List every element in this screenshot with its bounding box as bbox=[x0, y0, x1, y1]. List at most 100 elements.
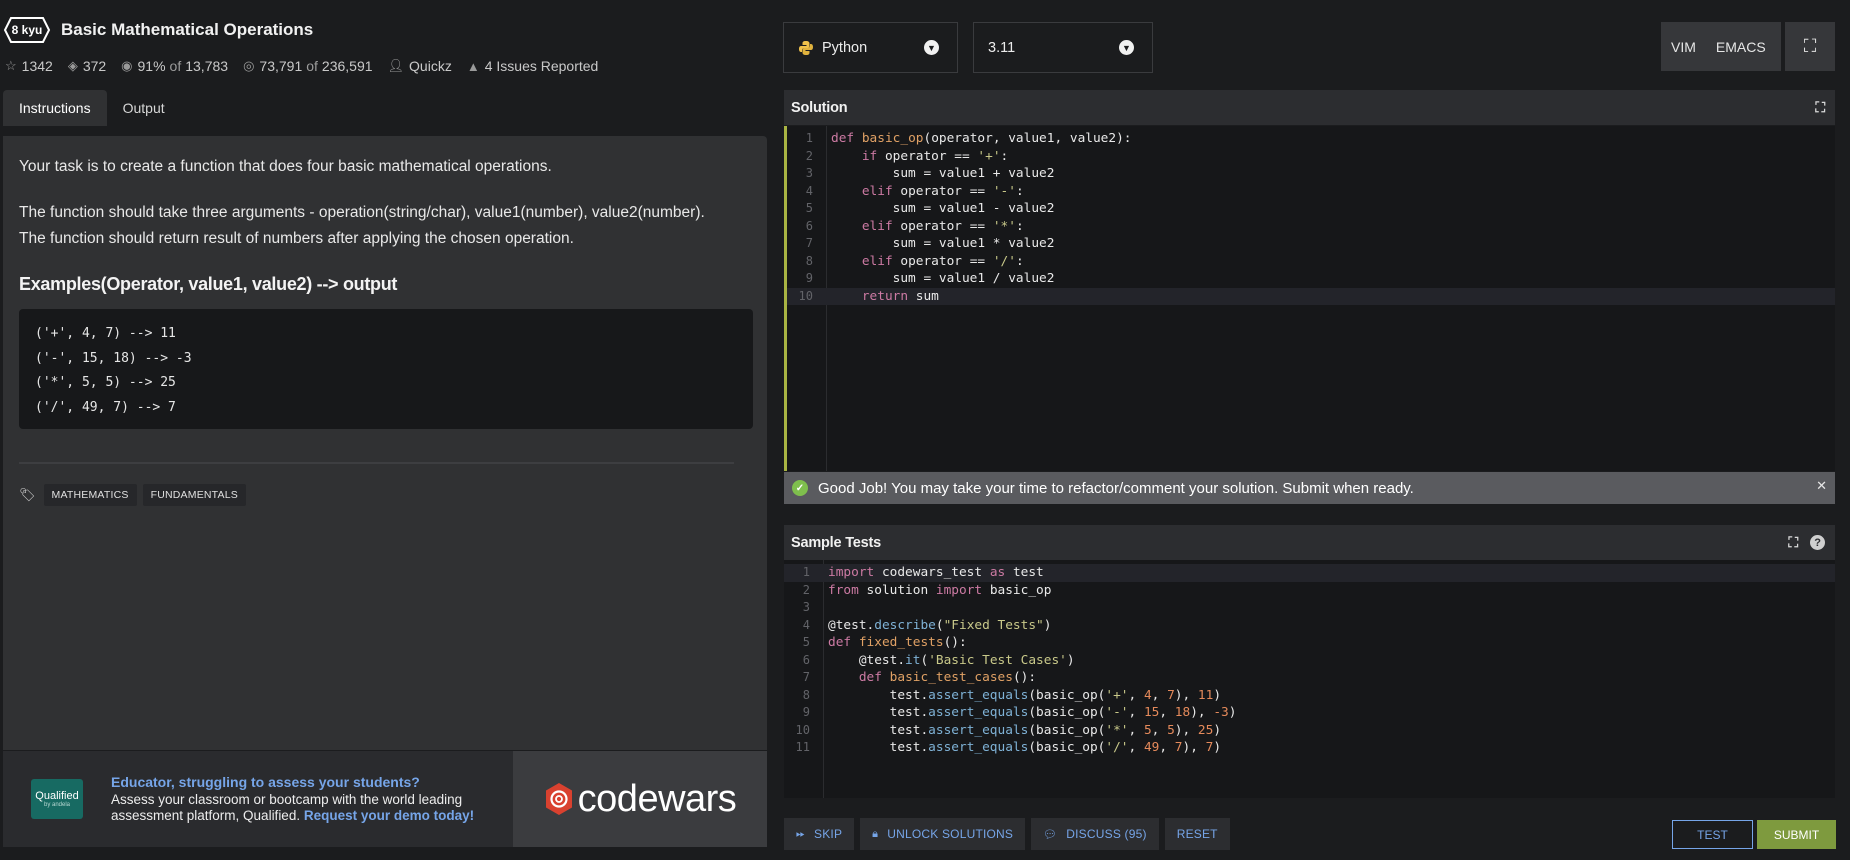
tag-fundamentals[interactable]: FUNDAMENTALS bbox=[142, 484, 246, 506]
code-line: sum = value1 / value2 bbox=[831, 271, 1055, 286]
line-number: 7 bbox=[802, 670, 810, 684]
qualified-ad[interactable]: Qualified by andela Educator, struggling… bbox=[3, 751, 513, 847]
solution-editor[interactable]: 1 def basic_op(operator, value1, value2):… bbox=[784, 126, 1835, 471]
success-notification: ✓ Good Job! You may take your time to re… bbox=[784, 472, 1835, 504]
eye-icon: ◉ bbox=[121, 58, 133, 73]
submit-button[interactable]: SUBMIT bbox=[1757, 820, 1836, 849]
collections-stat[interactable]: ◈ 372 bbox=[68, 58, 106, 74]
attempted-count: 236,591 bbox=[321, 58, 373, 74]
target-icon: ◎ bbox=[243, 58, 255, 73]
emacs-mode-button[interactable]: EMACS bbox=[1706, 39, 1776, 55]
ad-body-line: Assess your classroom or bootcamp with t… bbox=[111, 792, 463, 807]
instructions-paragraph: The function should take three arguments… bbox=[19, 204, 705, 221]
discuss-label: DISCUSS (95) bbox=[1066, 827, 1147, 841]
example-line: ('+', 4, 7) --> 11 bbox=[35, 326, 176, 341]
example-line: ('*', 5, 5) --> 25 bbox=[35, 375, 176, 390]
satisfaction-rate: 91% bbox=[137, 58, 166, 74]
line-number: 1 bbox=[805, 131, 813, 145]
ad-body-line: assessment platform, Qualified. bbox=[111, 808, 301, 823]
sponsor-ad[interactable]: Qualified by andela Educator, struggling… bbox=[3, 751, 767, 847]
author-stat[interactable]: 👤︎ Quickz bbox=[388, 58, 452, 74]
tab-instructions[interactable]: Instructions bbox=[3, 90, 107, 126]
reset-button[interactable]: RESET bbox=[1164, 818, 1230, 850]
layers-icon: ◈ bbox=[67, 58, 78, 73]
rank-badge: 8 kyu bbox=[3, 16, 51, 44]
expand-icon[interactable]: ⛶ bbox=[1815, 99, 1825, 116]
line-number: 5 bbox=[805, 201, 813, 215]
success-message: Good Job! You may take your time to refa… bbox=[818, 479, 1414, 497]
discuss-button[interactable]: 💬︎ DISCUSS (95) bbox=[1031, 818, 1159, 850]
chevron-down-icon: ▼ bbox=[1119, 40, 1134, 55]
issues-stat[interactable]: ▲ 4 Issues Reported bbox=[467, 58, 599, 74]
description-tabs: Instructions Output bbox=[3, 90, 181, 126]
tab-output[interactable]: Output bbox=[107, 90, 181, 126]
completed-count: 73,791 bbox=[259, 58, 303, 74]
fullscreen-button[interactable]: ⛶ bbox=[1785, 22, 1835, 71]
ad-headline[interactable]: Educator, struggling to assess your stud… bbox=[111, 774, 474, 790]
unlock-solutions-button[interactable]: 🔒︎ UNLOCK SOLUTIONS bbox=[860, 818, 1026, 850]
expand-icon[interactable]: ⛶ bbox=[1788, 534, 1798, 551]
line-number: 9 bbox=[802, 705, 810, 719]
qualified-logo-sub: by andela bbox=[43, 802, 71, 808]
ad-demo-link[interactable]: Request your demo today! bbox=[304, 808, 474, 823]
codewars-mark-icon bbox=[545, 783, 572, 815]
solution-title: Solution bbox=[791, 99, 848, 116]
skip-label: SKIP bbox=[814, 827, 843, 841]
python-icon bbox=[799, 40, 813, 55]
examples-code-block: ('+', 4, 7) --> 11 ('-', 15, 18) --> -3 … bbox=[19, 309, 753, 429]
code-line: elif operator == '-': bbox=[861, 183, 1024, 199]
skip-button[interactable]: ⏩︎ SKIP bbox=[784, 818, 855, 850]
instructions-paragraph: Your task is to create a function that d… bbox=[19, 158, 552, 175]
line-number: 6 bbox=[805, 218, 813, 233]
line-number: 3 bbox=[805, 166, 813, 180]
example-line: ('/', 49, 7) --> 7 bbox=[35, 399, 176, 415]
code-line: elif operator == '*': bbox=[861, 218, 1024, 234]
expand-icon: ⛶ bbox=[1803, 36, 1817, 56]
kata-description-panel: 8 kyu Basic Mathematical Operations ☆ 13… bbox=[0, 0, 772, 860]
close-icon[interactable]: ✕ bbox=[1816, 478, 1827, 494]
completion-of: of bbox=[306, 58, 318, 74]
stars-stat[interactable]: ☆ 1342 bbox=[5, 58, 53, 74]
code-line: def basic_op(operator, value1, value2): bbox=[831, 131, 1132, 146]
code-line: sum = value1 * value2 bbox=[831, 236, 1055, 251]
code-line: @test.it('Basic Test Cases') bbox=[828, 652, 1075, 668]
example-line: ('-', 15, 18) --> -3 bbox=[35, 350, 192, 366]
kata-title-row: 8 kyu Basic Mathematical Operations bbox=[3, 14, 313, 46]
version-select[interactable]: 3.11 ▼ bbox=[973, 22, 1153, 73]
tag-list: 🏷︎ MATHEMATICS FUNDAMENTALS bbox=[19, 484, 751, 506]
author-name[interactable]: Quickz bbox=[409, 58, 452, 74]
line-number: 8 bbox=[805, 253, 813, 268]
line-number: 3 bbox=[802, 600, 810, 614]
rank-label: 8 kyu bbox=[11, 23, 43, 37]
fast-forward-icon: ⏩︎ bbox=[796, 827, 805, 840]
code-line: if operator == '+': bbox=[861, 148, 1009, 164]
code-line: def fixed_tests(): bbox=[828, 635, 967, 650]
collections-count: 372 bbox=[82, 58, 107, 74]
tag-icon: 🏷︎ bbox=[19, 487, 36, 502]
reset-label: RESET bbox=[1176, 827, 1218, 841]
line-number: 11 bbox=[795, 740, 810, 754]
sample-tests-header: Sample Tests ⛶ ? bbox=[784, 525, 1835, 560]
code-line: sum = value1 - value2 bbox=[831, 201, 1055, 216]
code-line: elif operator == '/': bbox=[861, 253, 1024, 269]
divider bbox=[19, 462, 734, 464]
issues-label[interactable]: 4 Issues Reported bbox=[485, 58, 599, 74]
code-line: sum = value1 + value2 bbox=[831, 166, 1055, 181]
code-line: test.assert_equals(basic_op('*', 5, 5), … bbox=[828, 722, 1222, 738]
help-icon[interactable]: ? bbox=[1810, 535, 1825, 550]
test-button[interactable]: TEST bbox=[1672, 820, 1753, 849]
user-icon: 👤︎ bbox=[387, 58, 405, 73]
unlock-label: UNLOCK SOLUTIONS bbox=[887, 827, 1014, 841]
vim-mode-button[interactable]: VIM bbox=[1661, 39, 1706, 55]
chevron-down-icon: ▼ bbox=[924, 40, 939, 55]
votes-count: 13,783 bbox=[185, 58, 229, 74]
kata-title: Basic Mathematical Operations bbox=[61, 20, 314, 39]
lock-icon: 🔒︎ bbox=[872, 827, 879, 840]
completion-stat: ◎ 73,791 of 236,591 bbox=[243, 58, 372, 74]
line-number: 4 bbox=[805, 183, 813, 198]
kata-stats: ☆ 1342 ◈ 372 ◉ 91% of 13,783 ◎ 73,791 of… bbox=[5, 58, 613, 74]
line-number: 6 bbox=[802, 652, 810, 667]
sample-tests-editor[interactable]: 1 import codewars_test as test 2 from solu… bbox=[784, 560, 1835, 798]
tag-mathematics[interactable]: MATHEMATICS bbox=[43, 484, 137, 506]
language-select[interactable]: Python ▼ bbox=[783, 22, 958, 73]
